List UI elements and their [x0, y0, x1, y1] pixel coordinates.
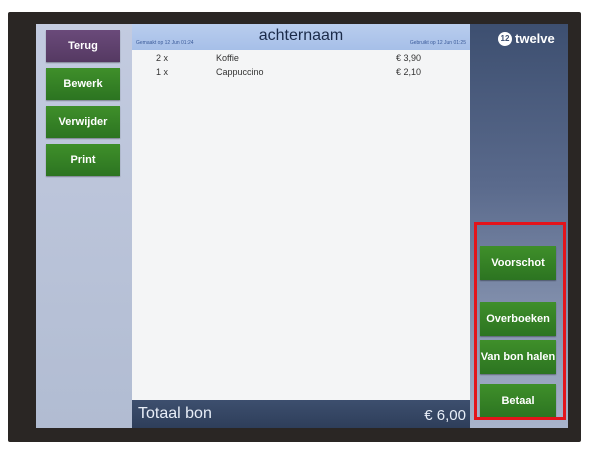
used-timestamp: Gebruikt op 12 Jun 01:25	[409, 40, 466, 46]
item-quantity: 1 x	[156, 67, 169, 77]
highlight-box	[474, 222, 566, 420]
item-name: Cappuccino	[216, 67, 264, 77]
logo-text: twelve	[515, 31, 555, 46]
total-amount: € 6,00	[424, 407, 466, 424]
item-price: € 3,90	[396, 53, 422, 63]
total-label: Totaal bon	[138, 405, 212, 422]
item-price: € 2,10	[396, 67, 422, 77]
list-item[interactable]: 1 x Cappuccino € 2,10	[132, 67, 470, 81]
delete-button[interactable]: Verwijder	[46, 106, 120, 138]
item-name: Koffie	[216, 53, 239, 63]
order-list: 2 x Koffie € 3,90 1 x Cappuccino € 2,10	[132, 50, 470, 400]
list-item[interactable]: 2 x Koffie € 3,90	[132, 53, 470, 67]
back-button[interactable]: Terug	[46, 30, 120, 62]
twelve-logo-icon: 12	[498, 31, 512, 46]
total-bar: Totaal bon € 6,00	[132, 400, 470, 428]
item-quantity: 2 x	[156, 53, 169, 63]
twelve-logo: 12 twelve	[498, 31, 555, 46]
edit-button[interactable]: Bewerk	[46, 68, 120, 100]
left-panel: Terug Bewerk Verwijder Print	[36, 24, 132, 428]
receipt-header: Gemaakt op 12 Jun 01:24 achternaam Gebru…	[132, 24, 470, 50]
print-button[interactable]: Print	[46, 144, 120, 176]
